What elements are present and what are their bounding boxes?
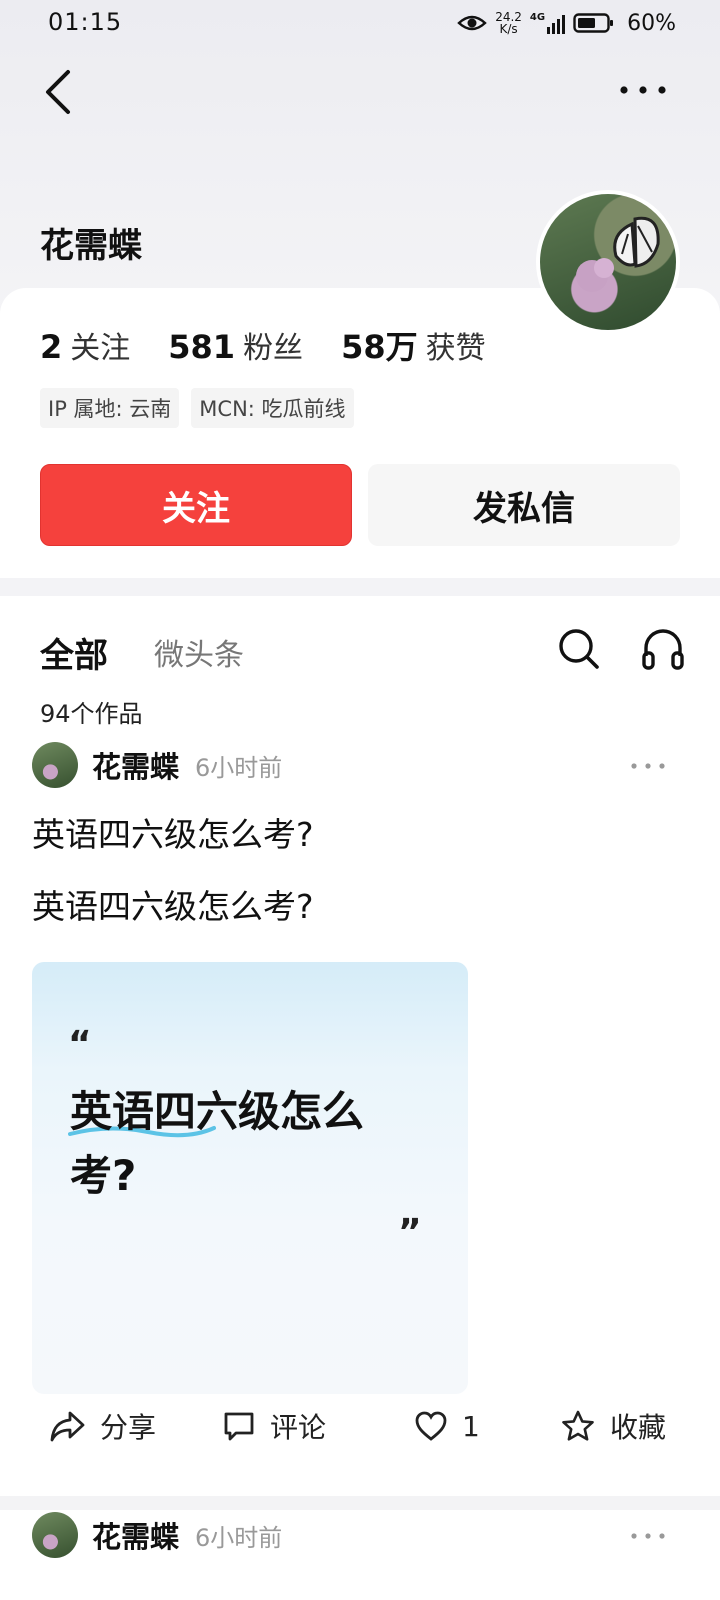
- quote-card-text: 英语四六级怎么考?: [70, 1087, 365, 1200]
- follow-button[interactable]: 关注: [40, 464, 352, 546]
- quote-open-mark: “: [68, 1024, 92, 1065]
- status-time: 01:15: [48, 8, 123, 36]
- more-icon: [620, 86, 666, 94]
- post-item[interactable]: 花需蝶 6小时前: [0, 1510, 720, 1600]
- heart-icon: [415, 1411, 447, 1441]
- works-count: 94个作品: [40, 700, 143, 728]
- post-author-avatar[interactable]: [32, 1512, 78, 1558]
- profile-name: 花需蝶: [40, 226, 142, 266]
- profile-avatar[interactable]: [536, 190, 680, 334]
- post-author-name[interactable]: 花需蝶: [92, 1514, 179, 1556]
- post-author-avatar[interactable]: [32, 742, 78, 788]
- profile-stats: 2 关注 581 粉丝 58万 获赞: [40, 322, 486, 368]
- tab-all[interactable]: 全部: [40, 628, 108, 677]
- search-button[interactable]: [556, 626, 602, 672]
- battery-percentage: 60%: [627, 10, 676, 36]
- post-body[interactable]: 英语四六级怎么考?: [32, 880, 314, 928]
- post-time: 6小时前: [195, 753, 283, 782]
- comment-icon: [224, 1412, 254, 1441]
- star-icon: [562, 1410, 594, 1441]
- more-options-button[interactable]: [618, 78, 668, 102]
- battery-icon: [573, 12, 615, 34]
- ip-location-tag: IP 属地: 云南: [40, 388, 180, 428]
- quote-close-mark: ”: [398, 1212, 422, 1253]
- stat-following[interactable]: 2 关注: [40, 323, 130, 367]
- network-speed: 24.2 K/s: [495, 10, 522, 36]
- share-button[interactable]: 分享: [50, 1396, 156, 1456]
- post-more-button[interactable]: [628, 1528, 668, 1544]
- tab-micro-headlines[interactable]: 微头条: [154, 630, 244, 674]
- more-icon: [631, 763, 665, 769]
- mcn-tag[interactable]: MCN: 吃瓜前线: [191, 388, 354, 428]
- back-button[interactable]: [40, 66, 84, 118]
- like-button[interactable]: 1: [414, 1396, 480, 1456]
- search-icon: [559, 629, 599, 669]
- eye-icon: [457, 13, 487, 33]
- more-icon: [631, 1533, 665, 1539]
- post-title[interactable]: 英语四六级怎么考?: [32, 808, 314, 856]
- profile-tags: IP 属地: 云南 MCN: 吃瓜前线: [40, 388, 354, 428]
- stat-likes[interactable]: 58万 获赞: [341, 322, 486, 368]
- works-section: 全部 微头条 94个作品 花需蝶 6小时前 英语四六级怎么考? 英语四六级怎么考…: [0, 596, 720, 1506]
- status-bar: 01:15 24.2 K/s 4G 60%: [0, 0, 720, 44]
- post-author-name[interactable]: 花需蝶: [92, 744, 179, 786]
- post-divider: [0, 1496, 720, 1510]
- post-more-button[interactable]: [628, 758, 668, 774]
- signal-icon: 4G: [530, 12, 566, 34]
- comment-button[interactable]: 评论: [222, 1396, 326, 1456]
- post-time: 6小时前: [195, 1523, 283, 1552]
- share-icon: [50, 1411, 85, 1442]
- post-action-bar: 分享 评论 1 收藏: [0, 1396, 720, 1456]
- headphones-icon: [642, 629, 684, 670]
- listen-button[interactable]: [640, 626, 686, 672]
- send-message-button[interactable]: 发私信: [368, 464, 680, 546]
- back-icon: [46, 70, 70, 114]
- butterfly-image: [576, 216, 660, 292]
- collect-button[interactable]: 收藏: [560, 1396, 666, 1456]
- post-author-row[interactable]: 花需蝶 6小时前: [32, 1510, 282, 1560]
- status-icons: 24.2 K/s 4G 60%: [457, 9, 676, 37]
- post-quote-card[interactable]: “ 英语四六级怎么考? ”: [32, 962, 468, 1394]
- stat-followers[interactable]: 581 粉丝: [168, 323, 303, 367]
- post-author-row[interactable]: 花需蝶 6小时前: [32, 740, 282, 790]
